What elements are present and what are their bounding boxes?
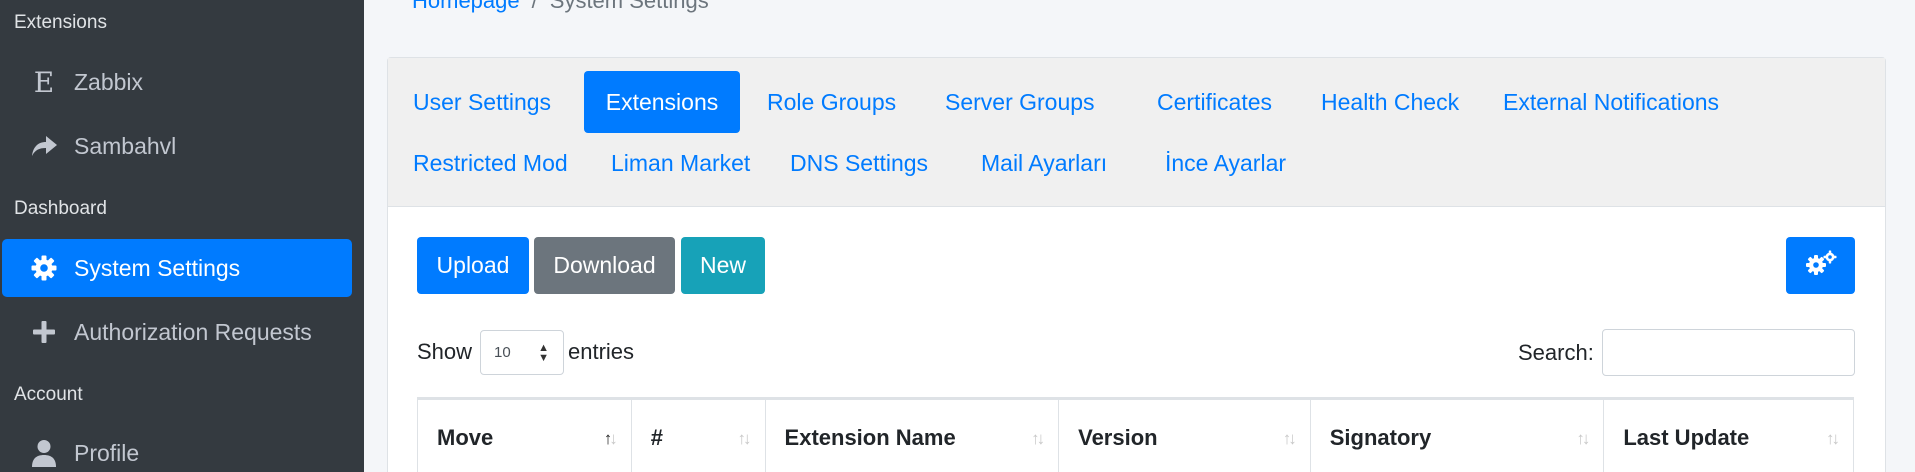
sidebar-section-extensions: Extensions — [14, 12, 107, 33]
sort-icon: ↑↓ — [1031, 429, 1045, 448]
tab-restricted-mod[interactable]: Restricted Mod — [388, 132, 593, 194]
column-header-version[interactable]: Version ↑↓ — [1059, 400, 1311, 472]
tab-server-groups[interactable]: Server Groups — [920, 71, 1120, 133]
entries-per-page-value: 10 — [494, 344, 511, 361]
sort-icon: ↑↓ — [1282, 429, 1297, 448]
gear-icon — [24, 254, 64, 282]
select-arrows-icon: ▲ ▼ — [538, 342, 549, 364]
column-label: Move — [437, 425, 494, 450]
length-entries-label: entries — [568, 339, 635, 364]
tab-user-settings[interactable]: User Settings — [388, 71, 576, 133]
sidebar-section-account: Account — [14, 384, 83, 405]
sidebar-item-zabbix[interactable]: E Zabbix — [2, 53, 352, 111]
sidebar-section-dashboard: Dashboard — [14, 198, 107, 219]
gears-icon — [1805, 250, 1837, 282]
column-header-signatory[interactable]: Signatory ↑↓ — [1311, 400, 1605, 472]
entries-per-page-select[interactable]: 10 ▲ ▼ — [480, 330, 564, 375]
sidebar-item-label: Profile — [74, 439, 140, 466]
breadcrumb-current: System Settings — [549, 0, 709, 13]
tab-role-groups[interactable]: Role Groups — [742, 71, 921, 133]
new-button[interactable]: New — [681, 237, 765, 294]
tab-extensions[interactable]: Extensions — [584, 71, 740, 133]
length-show-label: Show — [417, 339, 473, 364]
sidebar-item-system-settings[interactable]: System Settings — [2, 239, 352, 297]
sidebar-item-authorization-requests[interactable]: Authorization Requests — [2, 303, 352, 361]
column-label: # — [650, 425, 663, 450]
search-input[interactable] — [1602, 329, 1855, 376]
extensions-table-header: Move ↑↓ # ↑↓ Extension Name ↑↓ Version ↑… — [417, 397, 1854, 472]
sort-asc-icon: ↑↓ — [603, 429, 618, 448]
tab-external-notifications[interactable]: External Notifications — [1478, 71, 1744, 133]
column-label: Extension Name — [784, 425, 956, 450]
column-header-number[interactable]: # ↑↓ — [632, 400, 766, 472]
user-icon — [24, 439, 64, 467]
sidebar-item-profile[interactable]: Profile — [2, 424, 352, 472]
sort-icon: ↑↓ — [1825, 429, 1840, 448]
column-header-move[interactable]: Move ↑↓ — [418, 400, 632, 472]
tab-liman-market[interactable]: Liman Market — [586, 132, 775, 194]
breadcrumb: Homepage / System Settings — [412, 0, 709, 14]
settings-card: User Settings Extensions Role Groups Ser… — [387, 57, 1886, 472]
share-arrow-icon — [24, 134, 64, 158]
sidebar-item-label: Authorization Requests — [74, 318, 312, 345]
tab-dns-settings[interactable]: DNS Settings — [765, 132, 953, 194]
sidebar-item-sambahvl[interactable]: Sambahvl — [2, 117, 352, 175]
upload-button[interactable]: Upload — [417, 237, 529, 294]
breadcrumb-home-link[interactable]: Homepage — [412, 0, 520, 13]
sidebar-item-label: System Settings — [74, 254, 241, 281]
settings-tabs: User Settings Extensions Role Groups Ser… — [388, 58, 1885, 207]
tab-health-check[interactable]: Health Check — [1296, 71, 1484, 133]
column-label: Last Update — [1623, 425, 1750, 450]
tab-ince-ayarlar[interactable]: İnce Ayarlar — [1140, 132, 1311, 194]
sidebar: Extensions E Zabbix Sambahvl Dashboard S… — [0, 0, 364, 472]
column-header-extension-name[interactable]: Extension Name ↑↓ — [766, 400, 1060, 472]
column-header-last-update[interactable]: Last Update ↑↓ — [1604, 400, 1853, 472]
tab-mail-ayarlari[interactable]: Mail Ayarları — [956, 132, 1132, 194]
tab-certificates[interactable]: Certificates — [1132, 71, 1297, 133]
download-button[interactable]: Download — [534, 237, 675, 294]
sort-icon: ↑↓ — [737, 429, 752, 448]
sidebar-item-label: Zabbix — [74, 68, 144, 95]
plus-icon — [24, 320, 64, 344]
sidebar-item-label: Sambahvl — [74, 132, 177, 159]
search-label: Search: — [1518, 340, 1594, 365]
settings-gears-button[interactable] — [1786, 237, 1855, 294]
letter-e-icon: E — [33, 65, 55, 99]
column-label: Version — [1078, 425, 1158, 450]
column-label: Signatory — [1329, 425, 1432, 450]
breadcrumb-separator: / — [531, 0, 538, 13]
sort-icon: ↑↓ — [1576, 429, 1590, 448]
